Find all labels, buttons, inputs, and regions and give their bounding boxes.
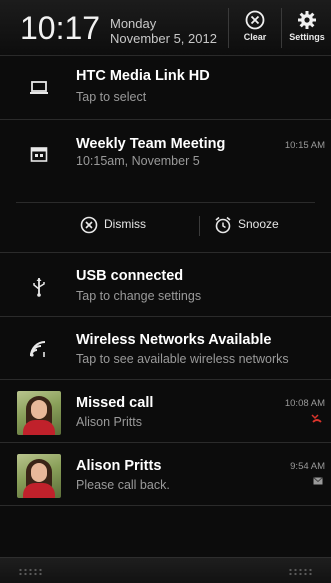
divider [0, 505, 331, 506]
meeting-actions: Dismiss Snooze [0, 202, 331, 248]
notification-time: 10:15 AM [284, 140, 325, 151]
notification-title: HTC Media Link HD [76, 68, 210, 84]
notification-wifi[interactable]: Wireless Networks Available Tap to see a… [0, 317, 331, 379]
status-clock: 10:17 [20, 10, 101, 46]
avatar [17, 391, 61, 435]
gear-icon [298, 11, 316, 29]
avatar [17, 454, 61, 498]
notification-time: 10:08 AM [284, 398, 325, 409]
clear-button[interactable]: Clear [234, 6, 276, 52]
notification-subtitle: Alison Pritts [76, 415, 142, 429]
notification-subtitle: 10:15am, November 5 [76, 154, 200, 168]
wifi-icon [30, 341, 46, 357]
action-divider [199, 216, 200, 236]
dismiss-label: Dismiss [104, 217, 146, 232]
notification-missed-call[interactable]: Missed call Alison Pritts 10:08 AM [0, 380, 331, 442]
notification-time: 9:54 AM [290, 461, 325, 472]
laptop-icon [30, 81, 48, 94]
header-divider [228, 8, 229, 48]
grip-handle-right[interactable] [288, 568, 314, 576]
clear-icon [245, 10, 265, 30]
notification-usb[interactable]: USB connected Tap to change settings [0, 253, 331, 316]
notification-subtitle: Tap to change settings [76, 289, 202, 303]
status-full-date: November 5, 2012 [110, 31, 217, 46]
status-day: Monday [110, 16, 157, 31]
notification-title: USB connected [76, 268, 184, 284]
settings-label: Settings [289, 32, 325, 42]
notification-media-link[interactable]: HTC Media Link HD Tap to select [0, 57, 331, 119]
calendar-icon [30, 147, 48, 162]
drag-handle-bar[interactable] [0, 557, 331, 583]
snooze-label: Snooze [238, 217, 279, 232]
notification-message[interactable]: Alison Pritts Please call back. 9:54 AM [0, 443, 331, 505]
usb-icon [33, 278, 45, 297]
status-date: Monday November 5, 2012 [110, 16, 217, 46]
notification-title: Alison Pritts [76, 458, 162, 474]
notification-subtitle: Tap to select [76, 90, 147, 104]
notification-meeting[interactable]: Weekly Team Meeting 10:15am, November 5 … [0, 120, 331, 202]
notification-header: 10:17 Monday November 5, 2012 Clear Sett… [0, 0, 331, 56]
alarm-clock-icon [215, 216, 231, 234]
message-icon [313, 477, 323, 485]
clear-label: Clear [243, 32, 267, 42]
snooze-button[interactable]: Snooze [214, 216, 279, 234]
header-divider [281, 8, 282, 48]
notification-title: Wireless Networks Available [76, 332, 272, 348]
missed-call-icon [311, 414, 322, 423]
dismiss-button[interactable]: Dismiss [80, 216, 146, 234]
notification-title: Weekly Team Meeting [76, 136, 226, 152]
settings-button[interactable]: Settings [286, 6, 328, 52]
grip-handle-left[interactable] [18, 568, 44, 576]
notification-subtitle: Tap to see available wireless networks [76, 352, 289, 366]
notification-title: Missed call [76, 395, 154, 411]
notification-subtitle: Please call back. [76, 478, 170, 492]
dismiss-icon [80, 216, 98, 234]
